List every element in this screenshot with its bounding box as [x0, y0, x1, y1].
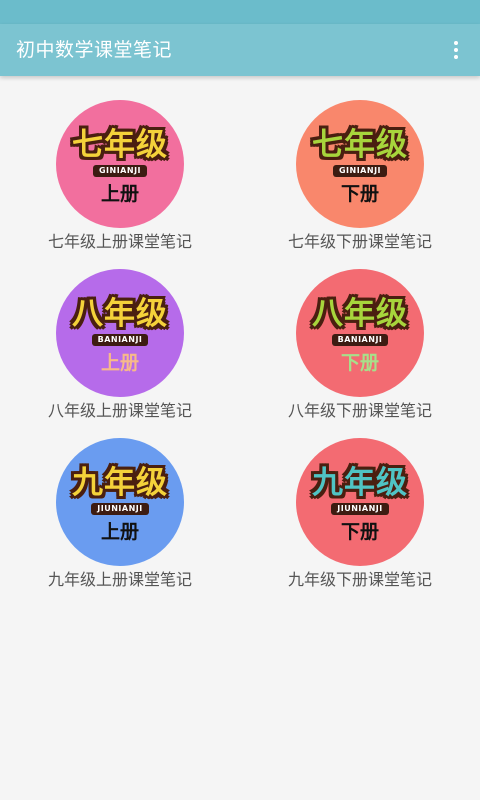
app-title: 初中数学课堂笔记 [16, 39, 173, 61]
grade-item-8-lower[interactable]: 八年级 BANIANJI 下册 八年级下册课堂笔记 [240, 269, 480, 438]
badge-grade-text: 八年级 [72, 296, 168, 332]
badge-volume-text: 上册 [100, 521, 139, 543]
grade-badge: 九年级 JIUNIANJI 下册 [296, 438, 424, 566]
grade-badge: 八年级 BANIANJI 下册 [296, 269, 424, 397]
overflow-menu-button[interactable] [440, 34, 472, 66]
grade-badge: 七年级 GINIANJI 下册 [296, 100, 424, 228]
grade-badge: 八年级 BANIANJI 上册 [56, 269, 184, 397]
status-bar [0, 0, 480, 24]
grade-badge: 九年级 JIUNIANJI 上册 [56, 438, 184, 566]
badge-pinyin-text: BANIANJI [91, 334, 149, 346]
grade-item-label: 八年级上册课堂笔记 [47, 401, 192, 420]
grade-item-9-lower[interactable]: 九年级 JIUNIANJI 下册 九年级下册课堂笔记 [240, 438, 480, 607]
badge-grade-text: 八年级 [312, 296, 408, 332]
app-bar: 初中数学课堂笔记 [0, 24, 480, 76]
grade-grid: 七年级 GINIANJI 上册 七年级上册课堂笔记 七年级 GINIANJI 下… [0, 100, 480, 607]
grade-badge: 七年级 GINIANJI 上册 [56, 100, 184, 228]
grade-item-8-upper[interactable]: 八年级 BANIANJI 上册 八年级上册课堂笔记 [0, 269, 240, 438]
badge-volume-text: 下册 [340, 183, 379, 205]
badge-pinyin-text: GINIANJI [92, 165, 148, 177]
grade-item-label: 九年级上册课堂笔记 [47, 570, 192, 589]
grade-item-7-lower[interactable]: 七年级 GINIANJI 下册 七年级下册课堂笔记 [240, 100, 480, 269]
grade-item-label: 九年级下册课堂笔记 [287, 570, 432, 589]
badge-volume-text: 上册 [100, 183, 139, 205]
badge-volume-text: 下册 [340, 521, 379, 543]
badge-grade-text: 九年级 [72, 465, 168, 501]
grade-item-label: 八年级下册课堂笔记 [287, 401, 432, 420]
badge-pinyin-text: JIUNIANJI [91, 503, 149, 515]
badge-grade-text: 七年级 [72, 127, 168, 163]
badge-pinyin-text: GINIANJI [332, 165, 388, 177]
grade-item-9-upper[interactable]: 九年级 JIUNIANJI 上册 九年级上册课堂笔记 [0, 438, 240, 607]
grade-item-label: 七年级下册课堂笔记 [287, 232, 432, 251]
badge-grade-text: 九年级 [312, 465, 408, 501]
badge-grade-text: 七年级 [312, 127, 408, 163]
badge-volume-text: 下册 [340, 352, 379, 374]
more-vertical-icon [454, 41, 458, 59]
badge-pinyin-text: JIUNIANJI [331, 503, 389, 515]
badge-pinyin-text: BANIANJI [331, 334, 389, 346]
badge-volume-text: 上册 [100, 352, 139, 374]
grade-item-label: 七年级上册课堂笔记 [47, 232, 192, 251]
grade-item-7-upper[interactable]: 七年级 GINIANJI 上册 七年级上册课堂笔记 [0, 100, 240, 269]
